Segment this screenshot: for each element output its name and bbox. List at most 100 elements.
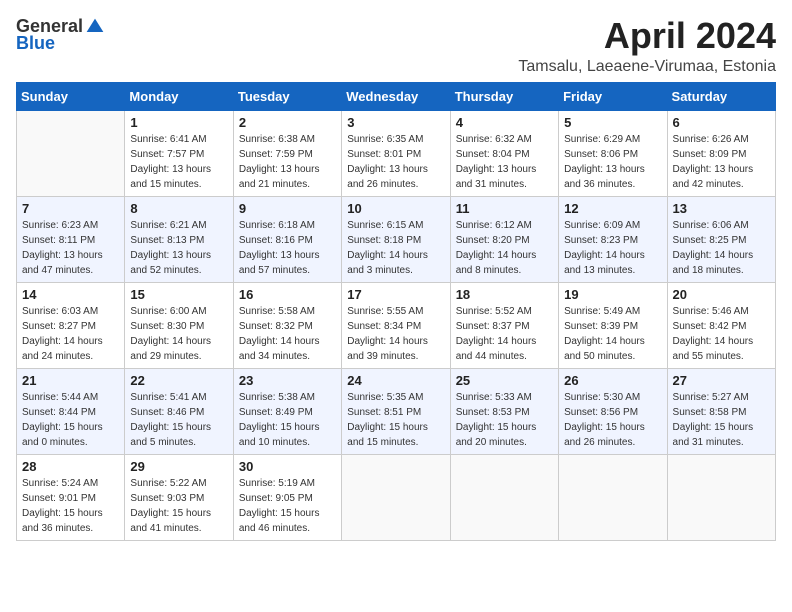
day-number: 18 [456, 287, 553, 302]
day-info: Sunrise: 6:12 AMSunset: 8:20 PMDaylight:… [456, 218, 553, 278]
calendar-cell: 3Sunrise: 6:35 AMSunset: 8:01 PMDaylight… [342, 110, 450, 196]
calendar-cell [342, 454, 450, 540]
weekday-header-sunday: Sunday [17, 82, 125, 110]
calendar-cell: 24 Sunrise: 5:35 AMSunset: 8:51 PMDayligh… [342, 368, 450, 454]
day-number: 7 [22, 201, 119, 216]
location-title: Tamsalu, Laeaene-Virumaa, Estonia [518, 58, 776, 76]
calendar-week-row: 1Sunrise: 6:41 AMSunset: 7:57 PMDaylight… [17, 110, 776, 196]
calendar-cell [667, 454, 775, 540]
day-info: Sunrise: 5:35 AMSunset: 8:51 PMDaylight:… [347, 390, 444, 450]
calendar-cell: 25Sunrise: 5:33 AMSunset: 8:53 PMDayligh… [450, 368, 558, 454]
day-info: Sunrise: 6:09 AMSunset: 8:23 PMDaylight:… [564, 218, 661, 278]
calendar-week-row: 28 Sunrise: 5:24 AMSunset: 9:01 PMDayligh… [17, 454, 776, 540]
day-info: Sunrise: 6:23 AMSunset: 8:11 PMDaylight:… [22, 218, 119, 278]
calendar-cell: 20 Sunrise: 5:46 AMSunset: 8:42 PMDayligh… [667, 282, 775, 368]
day-info: Sunrise: 5:30 AMSunset: 8:56 PMDaylight:… [564, 390, 661, 450]
day-number: 10 [347, 201, 444, 216]
day-info: Sunrise: 5:52 AMSunset: 8:37 PMDaylight:… [456, 304, 553, 364]
calendar-cell: 18 Sunrise: 5:52 AMSunset: 8:37 PMDayligh… [450, 282, 558, 368]
calendar-cell: 12 Sunrise: 6:09 AMSunset: 8:23 PMDayligh… [559, 196, 667, 282]
calendar-cell [559, 454, 667, 540]
day-info: Sunrise: 5:46 AMSunset: 8:42 PMDaylight:… [673, 304, 770, 364]
day-info: Sunrise: 6:26 AMSunset: 8:09 PMDaylight:… [673, 132, 770, 192]
day-number: 30 [239, 459, 336, 474]
day-number: 26 [564, 373, 661, 388]
month-title: April 2024 [518, 16, 776, 56]
logo-blue-text: Blue [16, 33, 55, 54]
calendar-cell: 19 Sunrise: 5:49 AMSunset: 8:39 PMDayligh… [559, 282, 667, 368]
day-number: 3 [347, 115, 444, 130]
calendar-cell: 21 Sunrise: 5:44 AMSunset: 8:44 PMDayligh… [17, 368, 125, 454]
calendar-cell: 22Sunrise: 5:41 AMSunset: 8:46 PMDayligh… [125, 368, 233, 454]
calendar-cell: 28 Sunrise: 5:24 AMSunset: 9:01 PMDayligh… [17, 454, 125, 540]
day-info: Sunrise: 5:27 AMSunset: 8:58 PMDaylight:… [673, 390, 770, 450]
day-number: 20 [673, 287, 770, 302]
calendar-week-row: 7 Sunrise: 6:23 AMSunset: 8:11 PMDaylight… [17, 196, 776, 282]
day-number: 15 [130, 287, 227, 302]
calendar-cell: 7 Sunrise: 6:23 AMSunset: 8:11 PMDaylight… [17, 196, 125, 282]
weekday-header-thursday: Thursday [450, 82, 558, 110]
day-info: Sunrise: 5:41 AMSunset: 8:46 PMDaylight:… [130, 390, 227, 450]
day-info: Sunrise: 5:49 AMSunset: 8:39 PMDaylight:… [564, 304, 661, 364]
day-number: 14 [22, 287, 119, 302]
day-number: 2 [239, 115, 336, 130]
calendar-cell: 27Sunrise: 5:27 AMSunset: 8:58 PMDayligh… [667, 368, 775, 454]
day-info: Sunrise: 5:44 AMSunset: 8:44 PMDaylight:… [22, 390, 119, 450]
calendar-table: SundayMondayTuesdayWednesdayThursdayFrid… [16, 82, 776, 541]
logo: General Blue [16, 16, 105, 54]
day-info: Sunrise: 6:32 AMSunset: 8:04 PMDaylight:… [456, 132, 553, 192]
weekday-header-tuesday: Tuesday [233, 82, 341, 110]
day-info: Sunrise: 6:06 AMSunset: 8:25 PMDaylight:… [673, 218, 770, 278]
weekday-header-monday: Monday [125, 82, 233, 110]
calendar-cell [450, 454, 558, 540]
day-number: 24 [347, 373, 444, 388]
day-info: Sunrise: 6:38 AMSunset: 7:59 PMDaylight:… [239, 132, 336, 192]
day-number: 13 [673, 201, 770, 216]
calendar-cell: 23Sunrise: 5:38 AMSunset: 8:49 PMDayligh… [233, 368, 341, 454]
day-number: 29 [130, 459, 227, 474]
calendar-cell: 14 Sunrise: 6:03 AMSunset: 8:27 PMDayligh… [17, 282, 125, 368]
day-number: 9 [239, 201, 336, 216]
day-info: Sunrise: 5:55 AMSunset: 8:34 PMDaylight:… [347, 304, 444, 364]
calendar-header-row: SundayMondayTuesdayWednesdayThursdayFrid… [17, 82, 776, 110]
day-number: 6 [673, 115, 770, 130]
day-info: Sunrise: 6:18 AMSunset: 8:16 PMDaylight:… [239, 218, 336, 278]
calendar-cell: 11 Sunrise: 6:12 AMSunset: 8:20 PMDayligh… [450, 196, 558, 282]
day-info: Sunrise: 6:15 AMSunset: 8:18 PMDaylight:… [347, 218, 444, 278]
day-info: Sunrise: 5:58 AMSunset: 8:32 PMDaylight:… [239, 304, 336, 364]
calendar-cell: 29Sunrise: 5:22 AMSunset: 9:03 PMDayligh… [125, 454, 233, 540]
day-number: 12 [564, 201, 661, 216]
calendar-cell: 15 Sunrise: 6:00 AMSunset: 8:30 PMDayligh… [125, 282, 233, 368]
calendar-cell: 26 Sunrise: 5:30 AMSunset: 8:56 PMDayligh… [559, 368, 667, 454]
weekday-header-saturday: Saturday [667, 82, 775, 110]
page-header: General Blue April 2024 Tamsalu, Laeaene… [16, 16, 776, 76]
calendar-cell: 16Sunrise: 5:58 AMSunset: 8:32 PMDayligh… [233, 282, 341, 368]
calendar-cell: 9 Sunrise: 6:18 AMSunset: 8:16 PMDaylight… [233, 196, 341, 282]
day-info: Sunrise: 6:29 AMSunset: 8:06 PMDaylight:… [564, 132, 661, 192]
day-info: Sunrise: 5:19 AMSunset: 9:05 PMDaylight:… [239, 476, 336, 536]
day-number: 23 [239, 373, 336, 388]
calendar-cell: 4 Sunrise: 6:32 AMSunset: 8:04 PMDaylight… [450, 110, 558, 196]
day-info: Sunrise: 5:33 AMSunset: 8:53 PMDaylight:… [456, 390, 553, 450]
day-number: 5 [564, 115, 661, 130]
day-info: Sunrise: 6:41 AMSunset: 7:57 PMDaylight:… [130, 132, 227, 192]
day-info: Sunrise: 6:03 AMSunset: 8:27 PMDaylight:… [22, 304, 119, 364]
day-number: 21 [22, 373, 119, 388]
calendar-cell: 6 Sunrise: 6:26 AMSunset: 8:09 PMDaylight… [667, 110, 775, 196]
logo-icon [85, 17, 105, 37]
weekday-header-friday: Friday [559, 82, 667, 110]
weekday-header-wednesday: Wednesday [342, 82, 450, 110]
calendar-cell: 2 Sunrise: 6:38 AMSunset: 7:59 PMDaylight… [233, 110, 341, 196]
calendar-cell: 10 Sunrise: 6:15 AMSunset: 8:18 PMDayligh… [342, 196, 450, 282]
day-number: 4 [456, 115, 553, 130]
day-number: 11 [456, 201, 553, 216]
calendar-cell: 13 Sunrise: 6:06 AMSunset: 8:25 PMDayligh… [667, 196, 775, 282]
calendar-cell: 8Sunrise: 6:21 AMSunset: 8:13 PMDaylight… [125, 196, 233, 282]
day-info: Sunrise: 6:00 AMSunset: 8:30 PMDaylight:… [130, 304, 227, 364]
day-number: 19 [564, 287, 661, 302]
day-info: Sunrise: 5:24 AMSunset: 9:01 PMDaylight:… [22, 476, 119, 536]
calendar-cell: 5 Sunrise: 6:29 AMSunset: 8:06 PMDaylight… [559, 110, 667, 196]
day-info: Sunrise: 6:21 AMSunset: 8:13 PMDaylight:… [130, 218, 227, 278]
calendar-cell [17, 110, 125, 196]
day-number: 28 [22, 459, 119, 474]
